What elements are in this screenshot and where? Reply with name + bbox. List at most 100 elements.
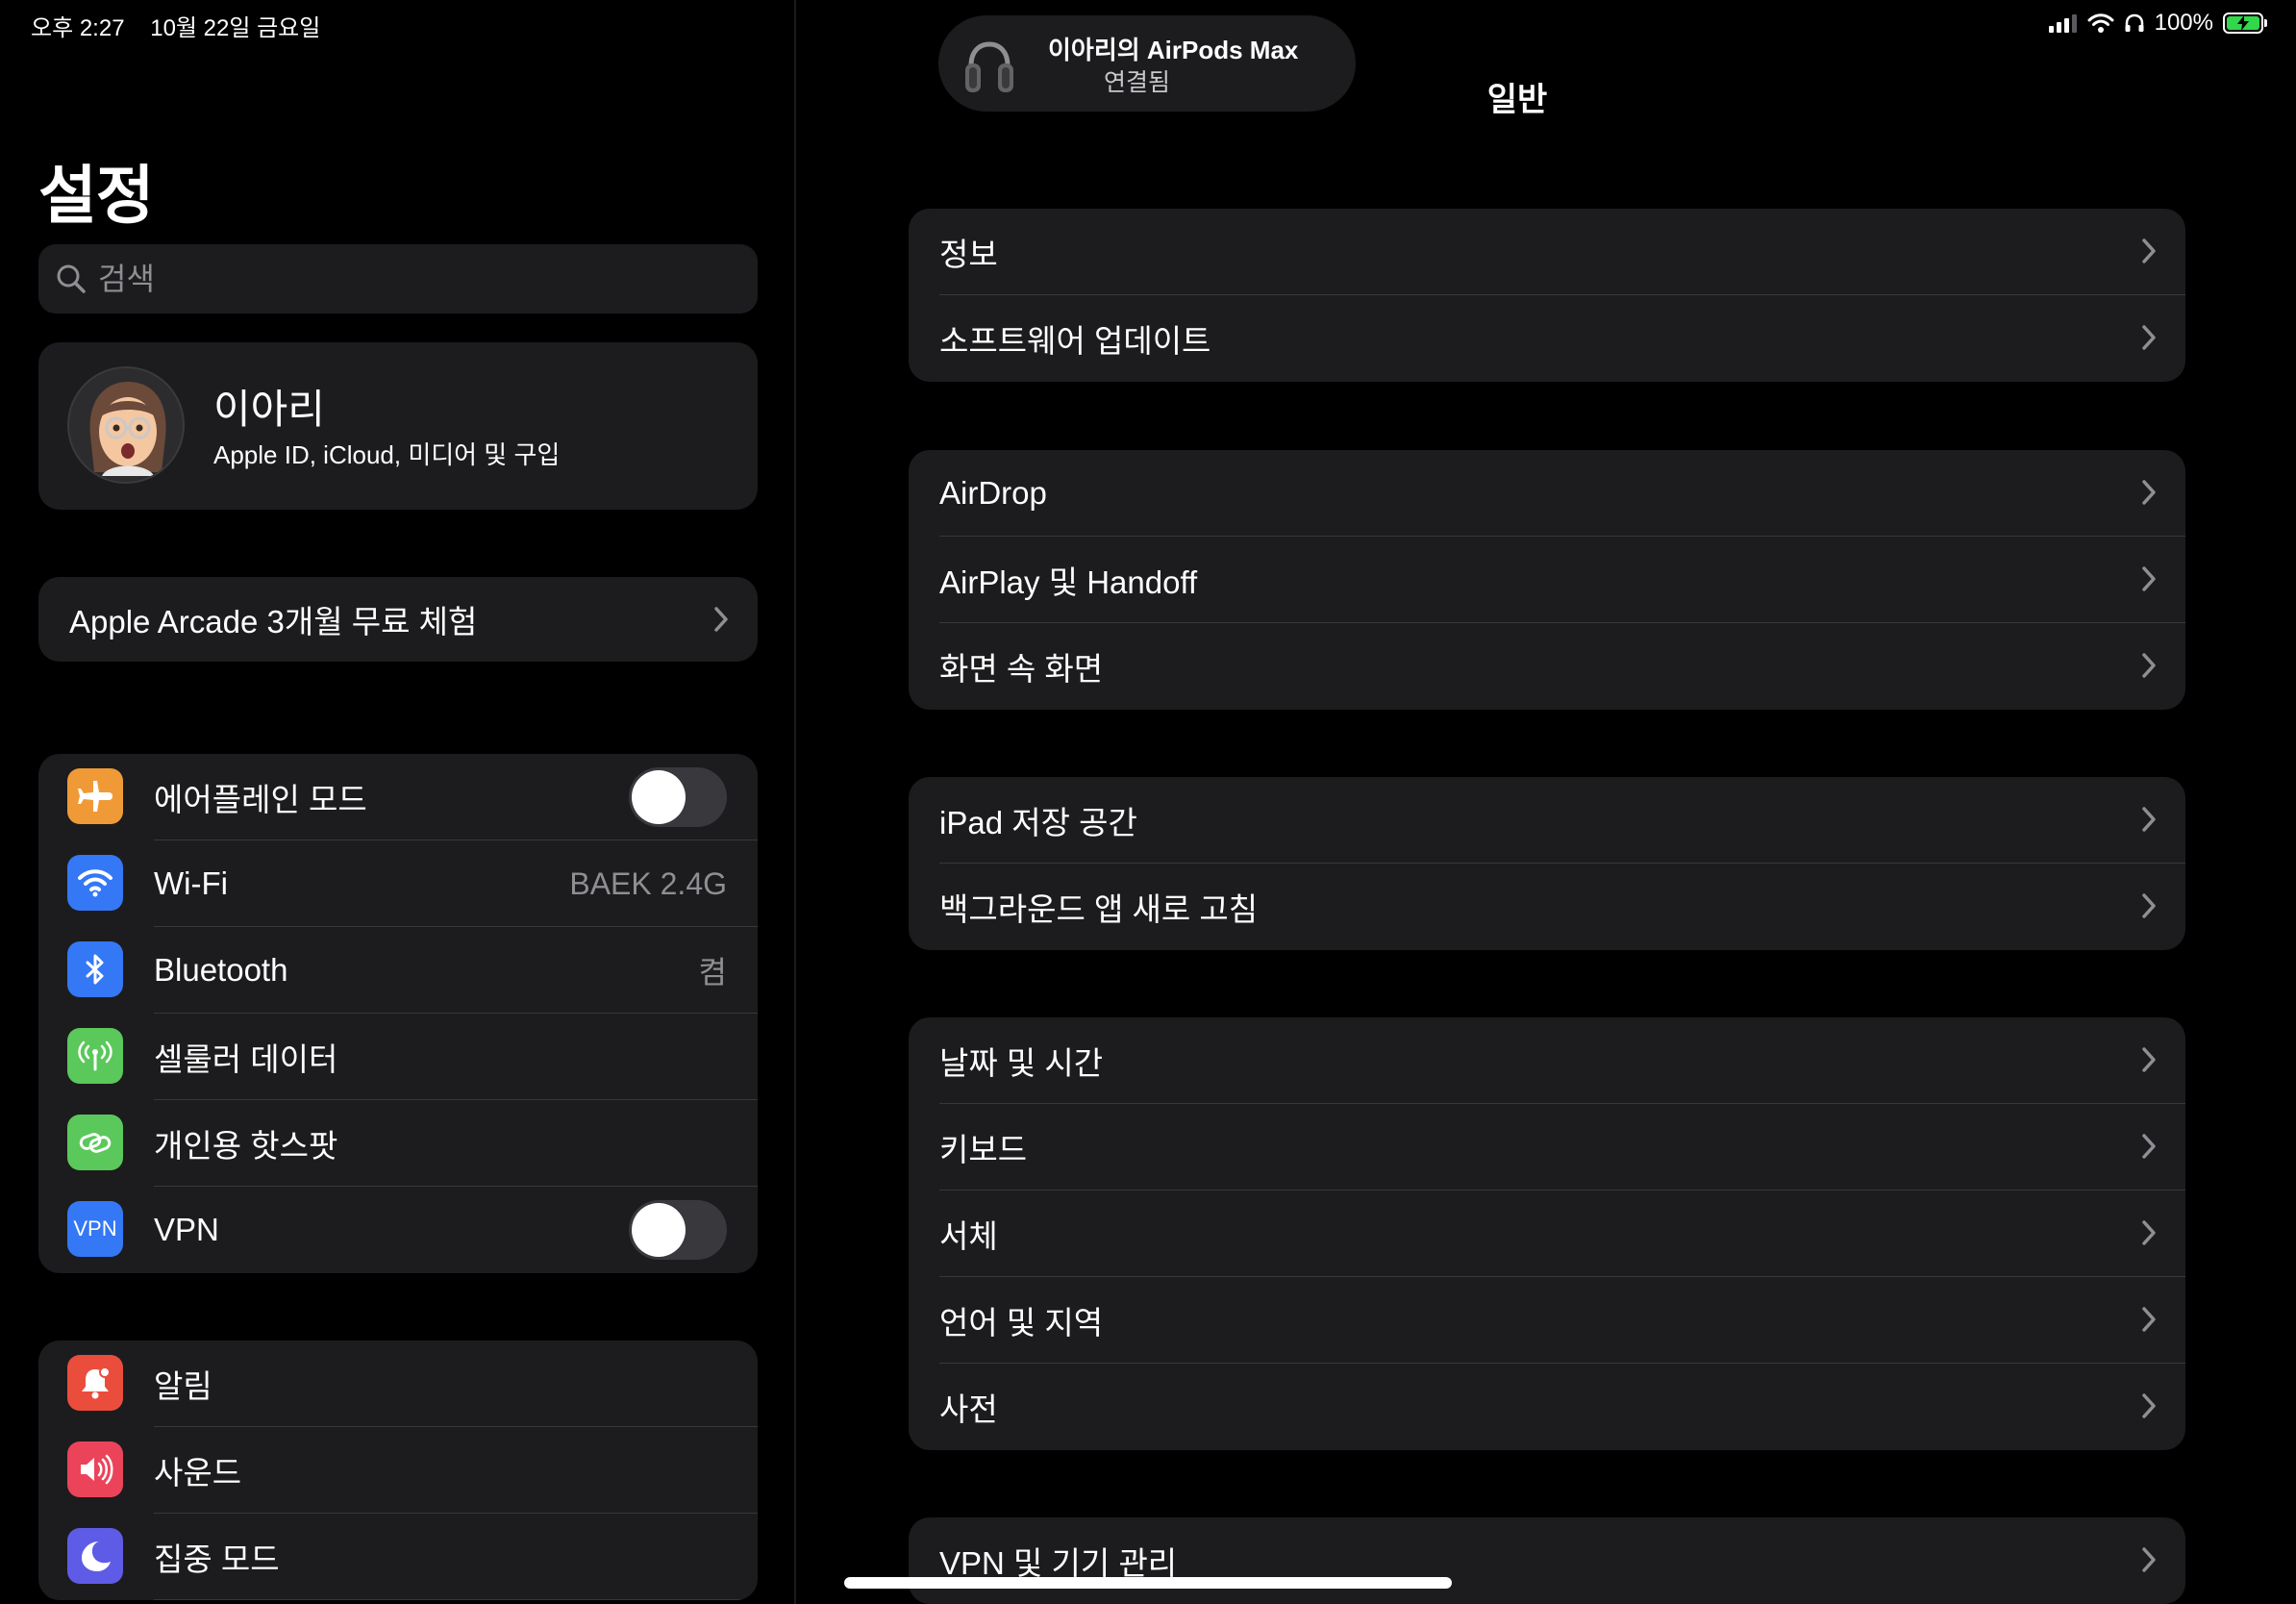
sidebar-item-vpn[interactable]: VPN VPN bbox=[38, 1187, 758, 1273]
sidebar-item-cellular-data[interactable]: 셀룰러 데이터 bbox=[38, 1014, 758, 1100]
search-icon bbox=[57, 264, 86, 293]
speaker-icon bbox=[67, 1441, 123, 1497]
sidebar-item-label: 개인용 핫스팟 bbox=[154, 1128, 338, 1164]
sidebar-item-label: 집중 모드 bbox=[154, 1541, 280, 1577]
toggle-knob bbox=[632, 1203, 686, 1257]
chevron-right-icon bbox=[2142, 1134, 2156, 1159]
airpods-status: 연결됨 bbox=[938, 63, 1356, 98]
sidebar-item-notifications[interactable]: 알림 bbox=[38, 1341, 758, 1427]
general-settings-pane: 이아리의 AirPods Max 연결됨 일반 정보소프트웨어 업데이트 Air… bbox=[798, 0, 2296, 1604]
vpn-icon: VPN bbox=[67, 1201, 123, 1257]
airpods-status-text: 연결됨 bbox=[1104, 69, 1171, 96]
settings-row-airplay-handoff[interactable]: AirPlay 및 Handoff bbox=[909, 537, 2185, 623]
status-time: 오후 2:27 bbox=[31, 15, 125, 41]
antenna-icon bbox=[67, 1028, 123, 1084]
settings-row-label: 날짜 및 시간 bbox=[939, 1045, 1104, 1081]
sidebar-item-label: 알림 bbox=[154, 1368, 212, 1404]
moon-icon bbox=[67, 1528, 123, 1584]
settings-row-dictionary[interactable]: 사전 bbox=[909, 1364, 2185, 1450]
sidebar-item-label: Bluetooth bbox=[154, 952, 288, 988]
airplane-icon bbox=[67, 768, 123, 824]
apple-arcade-label: Apple Arcade 3개월 무료 체험 bbox=[69, 604, 478, 639]
chevron-right-icon bbox=[2142, 1220, 2156, 1245]
settings-row-date-time[interactable]: 날짜 및 시간 bbox=[909, 1017, 2185, 1104]
settings-row-label: 소프트웨어 업데이트 bbox=[939, 323, 1211, 359]
vpn-toggle[interactable] bbox=[629, 1200, 727, 1260]
settings-row-label: 키보드 bbox=[939, 1132, 1028, 1167]
settings-row-label: 백그라운드 앱 새로 고침 bbox=[939, 891, 1259, 927]
wifi-icon bbox=[67, 855, 123, 911]
chevron-right-icon bbox=[2142, 566, 2156, 591]
chevron-right-icon bbox=[714, 607, 728, 632]
settings-group-airdrop: AirDrop AirPlay 및 Handoff 화면 속 화면 bbox=[909, 450, 2185, 710]
status-bar-left: 오후 2:27 10월 22일 금요일 bbox=[31, 9, 320, 42]
settings-row-about[interactable]: 정보 bbox=[909, 209, 2185, 295]
chevron-right-icon bbox=[2142, 1393, 2156, 1418]
memoji-avatar-icon bbox=[89, 382, 166, 476]
settings-row-software-update[interactable]: 소프트웨어 업데이트 bbox=[909, 295, 2185, 382]
settings-row-vpn-device-management[interactable]: VPN 및 기기 관리 bbox=[909, 1517, 2185, 1604]
search-input[interactable] bbox=[98, 261, 713, 297]
chevron-right-icon bbox=[2142, 1547, 2156, 1572]
settings-row-label: 화면 속 화면 bbox=[939, 651, 1104, 687]
status-date: 10월 22일 금요일 bbox=[150, 15, 321, 41]
sidebar-item-airplane-mode[interactable]: 에어플레인 모드 bbox=[38, 754, 758, 840]
airpods-device-name: 이아리의 AirPods Max bbox=[1048, 36, 1299, 64]
settings-sidebar: 설정 이아리 Apple ID, iCloud, 미디어 및 구입 bbox=[0, 0, 796, 1604]
sidebar-item-bluetooth[interactable]: Bluetooth 켬 bbox=[38, 927, 758, 1014]
settings-row-picture-in-picture[interactable]: 화면 속 화면 bbox=[909, 623, 2185, 710]
settings-row-label: AirDrop bbox=[939, 475, 1047, 511]
bell-icon bbox=[67, 1355, 123, 1411]
chevron-right-icon bbox=[2142, 1047, 2156, 1072]
airplane-mode-toggle[interactable] bbox=[629, 767, 727, 827]
settings-row-keyboard[interactable]: 키보드 bbox=[909, 1104, 2185, 1190]
settings-group-storage: iPad 저장 공간백그라운드 앱 새로 고침 bbox=[909, 777, 2185, 950]
settings-row-language-region[interactable]: 언어 및 지역 bbox=[909, 1277, 2185, 1364]
settings-group-about: 정보소프트웨어 업데이트 bbox=[909, 209, 2185, 382]
wifi-network-name: BAEK 2.4G bbox=[569, 865, 727, 901]
sidebar-item-label: VPN bbox=[154, 1212, 219, 1247]
notification-settings-group: 알림 사운드 집중 모드 bbox=[38, 1341, 758, 1600]
settings-row-background-app-refresh[interactable]: 백그라운드 앱 새로 고침 bbox=[909, 864, 2185, 950]
sidebar-item-wifi[interactable]: Wi-Fi BAEK 2.4G bbox=[38, 840, 758, 927]
sidebar-item-personal-hotspot[interactable]: 개인용 핫스팟 bbox=[38, 1100, 758, 1187]
airpods-connected-banner[interactable]: 이아리의 AirPods Max 연결됨 bbox=[938, 15, 1356, 112]
divider bbox=[154, 1599, 758, 1600]
settings-row-label: 사전 bbox=[939, 1391, 998, 1427]
settings-group-vpn-management: VPN 및 기기 관리 bbox=[909, 1517, 2185, 1604]
settings-group-region: 날짜 및 시간키보드서체언어 및 지역사전 bbox=[909, 1017, 2185, 1450]
settings-row-label: iPad 저장 공간 bbox=[939, 805, 1137, 840]
hotspot-icon bbox=[67, 1115, 123, 1170]
settings-row-label: 정보 bbox=[939, 237, 998, 272]
settings-row-label: 서체 bbox=[939, 1218, 998, 1254]
apple-arcade-trial-row[interactable]: Apple Arcade 3개월 무료 체험 bbox=[38, 577, 758, 662]
bluetooth-icon bbox=[67, 941, 123, 997]
sidebar-item-sounds[interactable]: 사운드 bbox=[38, 1427, 758, 1514]
settings-row-fonts[interactable]: 서체 bbox=[909, 1190, 2185, 1277]
settings-row-ipad-storage[interactable]: iPad 저장 공간 bbox=[909, 777, 2185, 864]
settings-row-label: 언어 및 지역 bbox=[939, 1305, 1104, 1341]
chevron-right-icon bbox=[2142, 1307, 2156, 1332]
bluetooth-status: 켬 bbox=[698, 955, 727, 990]
toggle-knob bbox=[632, 770, 686, 824]
sidebar-item-label: Wi-Fi bbox=[154, 865, 228, 901]
avatar bbox=[67, 366, 185, 484]
chevron-right-icon bbox=[2142, 807, 2156, 832]
home-indicator[interactable] bbox=[844, 1577, 1452, 1589]
search-field[interactable] bbox=[38, 244, 758, 313]
sidebar-item-focus[interactable]: 집중 모드 bbox=[38, 1514, 758, 1600]
settings-row-airdrop[interactable]: AirDrop bbox=[909, 450, 2185, 537]
sidebar-title: 설정 bbox=[38, 160, 154, 231]
settings-row-label: AirPlay 및 Handoff bbox=[939, 564, 1198, 600]
sidebar-item-label: 에어플레인 모드 bbox=[154, 782, 367, 817]
apple-id-profile-card[interactable]: 이아리 Apple ID, iCloud, 미디어 및 구입 bbox=[38, 342, 758, 510]
profile-name: 이아리 bbox=[213, 387, 325, 432]
chevron-right-icon bbox=[2142, 893, 2156, 918]
sidebar-item-label: 셀룰러 데이터 bbox=[154, 1041, 338, 1077]
chevron-right-icon bbox=[2142, 238, 2156, 263]
page-title: 일반 bbox=[1486, 82, 1548, 118]
chevron-right-icon bbox=[2142, 480, 2156, 505]
vpn-icon-text: VPN bbox=[73, 1216, 117, 1241]
chevron-right-icon bbox=[2142, 653, 2156, 678]
sidebar-item-label: 사운드 bbox=[154, 1455, 242, 1491]
